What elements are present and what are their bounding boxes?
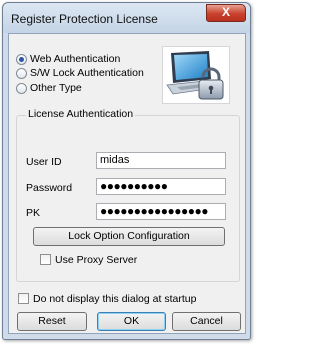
radio-button-selected[interactable]: [16, 53, 27, 65]
window-title: Register Protection License: [11, 12, 158, 26]
startup-option[interactable]: Do not display this dialog at startup: [18, 292, 196, 305]
close-icon: X: [221, 5, 230, 19]
radio-other-type[interactable]: Other Type: [16, 81, 82, 95]
license-logo-graphic: [166, 51, 224, 100]
do-not-display-label: Do not display this dialog at startup: [33, 292, 197, 305]
radio-button[interactable]: [16, 67, 27, 79]
radio-label: S/W Lock Authentication: [30, 67, 144, 79]
do-not-display-checkbox[interactable]: [18, 293, 29, 304]
laptop-padlock-icon: [162, 46, 230, 104]
group-title: License Authentication: [26, 108, 136, 120]
radio-label: Other Type: [30, 82, 82, 94]
pk-label: PK: [26, 207, 41, 219]
radio-label: Web Authentication: [30, 53, 121, 65]
password-input[interactable]: ●●●●●●●●●●: [96, 178, 226, 195]
lock-option-configuration-button[interactable]: Lock Option Configuration: [33, 227, 225, 246]
radio-sw-lock-authentication[interactable]: S/W Lock Authentication: [16, 66, 144, 80]
user-id-input[interactable]: midas: [96, 152, 226, 169]
reset-button[interactable]: Reset: [17, 312, 87, 331]
title-bar[interactable]: Register Protection License X: [3, 3, 250, 33]
radio-button[interactable]: [16, 82, 27, 94]
use-proxy-server-option[interactable]: Use Proxy Server: [40, 253, 137, 266]
pk-input[interactable]: ●●●●●●●●●●●●●●●●: [96, 203, 226, 220]
cancel-button[interactable]: Cancel: [172, 312, 241, 331]
register-license-dialog: Register Protection License X Web Authen…: [2, 2, 251, 340]
use-proxy-label: Use Proxy Server: [55, 253, 138, 266]
password-label: Password: [26, 182, 73, 194]
dialog-body: Web Authentication S/W Lock Authenticati…: [8, 33, 246, 334]
ok-button[interactable]: OK: [97, 312, 166, 331]
use-proxy-checkbox[interactable]: [40, 254, 51, 265]
user-id-label: User ID: [26, 156, 62, 168]
close-button[interactable]: X: [206, 4, 246, 22]
radio-web-authentication[interactable]: Web Authentication: [16, 52, 120, 66]
